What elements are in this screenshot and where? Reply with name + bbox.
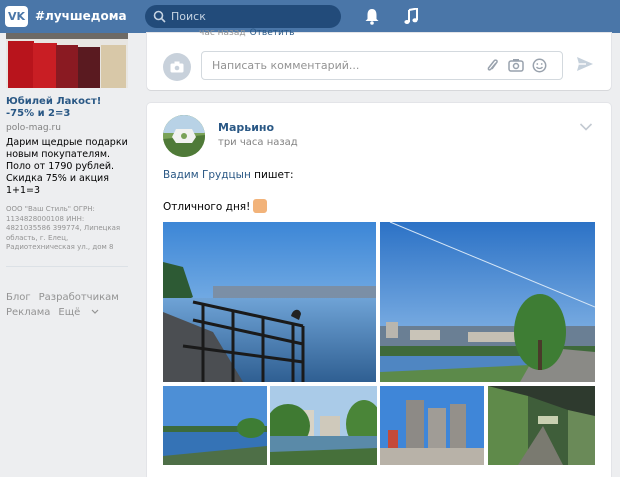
comment-input[interactable]: Написать комментарий...	[201, 51, 563, 80]
footer-links: Блог Разработчикам Реклама Ещё	[6, 290, 130, 320]
smile-icon[interactable]	[532, 58, 547, 73]
camera-icon	[170, 61, 184, 73]
footer-link-ads[interactable]: Реклама	[6, 305, 50, 320]
post-photo-4[interactable]	[270, 386, 377, 465]
hashtag-title[interactable]: #лучшедома	[35, 9, 127, 23]
ad-domain: polo-mag.ru	[6, 123, 61, 133]
community-avatar[interactable]	[163, 115, 205, 157]
divider	[6, 266, 128, 267]
chevron-down-icon	[91, 309, 99, 314]
post-photo-2[interactable]	[380, 222, 595, 382]
post-quote-line: Вадим Грудцын пишет:	[163, 169, 294, 181]
reply-link[interactable]: Ответить	[250, 28, 295, 38]
chevron-down-icon[interactable]	[579, 122, 593, 132]
ad-text: Дарим щедрые подарки новым покупателям. …	[6, 137, 128, 196]
ad-title[interactable]: Юбилей Лакост! -75% и 2=3	[6, 96, 130, 120]
bell-icon[interactable]	[364, 8, 380, 25]
footer-link-more[interactable]: Ещё	[58, 305, 99, 320]
post-author[interactable]: Марьино	[218, 121, 274, 134]
post-photo-3[interactable]	[163, 386, 267, 465]
search-placeholder: Поиск	[171, 10, 206, 23]
ad-legal-info: ООО "Ваш Стиль" ОГРН: 1134828000108 ИНН:…	[6, 205, 121, 251]
quoted-user-link[interactable]: Вадим Грудцын	[163, 169, 251, 181]
footer-link-developers[interactable]: Разработчикам	[39, 290, 119, 305]
footer-more-label: Ещё	[58, 307, 81, 318]
send-icon[interactable]	[576, 55, 594, 73]
post-photo-1[interactable]	[163, 222, 376, 382]
photo-icon[interactable]	[508, 58, 524, 73]
avatar[interactable]	[163, 53, 191, 81]
vk-logo[interactable]: VK	[5, 6, 28, 27]
post-text: Отличного дня!	[163, 201, 251, 213]
comment-composer: час назад Ответить Написать комментарий..…	[147, 28, 611, 90]
post-card: Марьино три часа назад Вадим Грудцын пиш…	[147, 103, 611, 477]
search-icon	[153, 10, 166, 23]
top-bar: VK #лучшедома Поиск	[0, 0, 620, 33]
comment-time: час назад	[199, 28, 246, 38]
post-text-line: Отличного дня!	[163, 199, 268, 213]
post-time[interactable]: три часа назад	[218, 137, 298, 148]
search-input[interactable]: Поиск	[145, 5, 341, 28]
quoted-suffix: пишет:	[250, 169, 294, 181]
comment-placeholder: Написать комментарий...	[212, 59, 360, 72]
post-photo-5[interactable]	[380, 386, 484, 465]
footer-link-blog[interactable]: Блог	[6, 290, 31, 305]
thumbs-up-emoji	[253, 199, 268, 213]
post-photo-6[interactable]	[488, 386, 595, 465]
comment-meta: час назад Ответить	[199, 28, 294, 38]
clip-icon[interactable]	[486, 58, 500, 74]
ad-image[interactable]	[6, 33, 128, 88]
music-icon[interactable]	[403, 8, 419, 25]
